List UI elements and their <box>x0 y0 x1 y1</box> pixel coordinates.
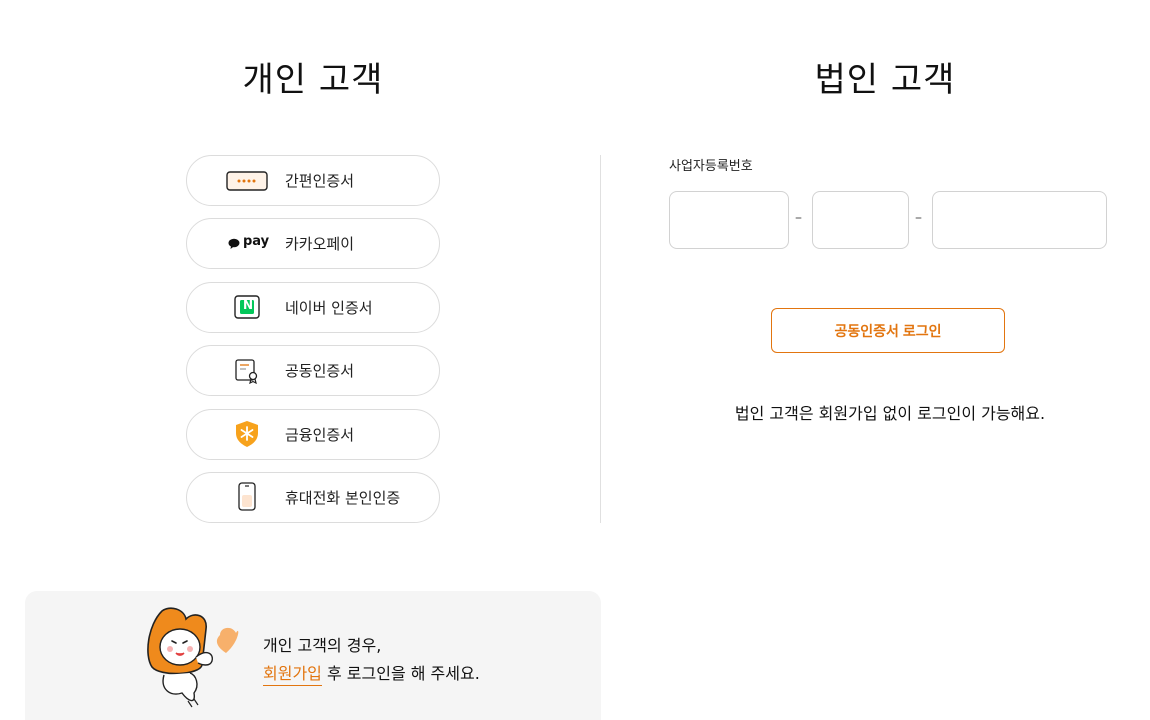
info-line-2-rest: 후 로그인을 해 주세요. <box>321 664 480 683</box>
mascot-character-icon <box>147 607 239 708</box>
corporate-note: 법인 고객은 회원가입 없이 로그인이 가능해요. <box>734 404 1046 423</box>
personal-join-info-text: 개인 고객의 경우, 회원가입 후 로그인을 해 주세요. <box>263 632 480 688</box>
auth-label: 휴대전화 본인인증 <box>285 488 401 507</box>
join-link[interactable]: 회원가입 <box>263 664 322 686</box>
naver-icon: N <box>225 294 269 320</box>
info-line-2: 회원가입 후 로그인을 해 주세요. <box>263 660 480 688</box>
auth-kakaopay-button[interactable]: pay 카카오페이 <box>186 218 440 270</box>
simple-cert-icon <box>225 168 269 194</box>
auth-financial-cert-button[interactable]: 금융인증서 <box>186 408 440 460</box>
biz-number-field-1[interactable] <box>669 191 789 249</box>
mobile-phone-icon <box>225 482 269 512</box>
biz-number-dash: – <box>795 210 802 226</box>
info-line-1: 개인 고객의 경우, <box>263 636 382 655</box>
column-divider <box>600 155 601 523</box>
biz-number-dash: – <box>915 210 922 226</box>
joint-cert-login-button[interactable]: 공동인증서 로그인 <box>771 308 1005 353</box>
biz-number-label: 사업자등록번호 <box>669 159 753 174</box>
biz-number-field-2[interactable] <box>812 191 909 249</box>
auth-joint-cert-button[interactable]: 공동인증서 <box>186 345 440 397</box>
login-page: 개인 고객 법인 고객 간편인증서 pay 카카오페이 N 네이버 인증서 공동… <box>0 0 1150 720</box>
auth-mobile-phone-button[interactable]: 휴대전화 본인인증 <box>186 471 440 523</box>
kakaopay-icon: pay <box>225 231 269 257</box>
personal-title: 개인 고객 <box>242 60 384 100</box>
auth-naver-button[interactable]: N 네이버 인증서 <box>186 281 440 333</box>
financial-cert-icon <box>225 421 269 448</box>
auth-label: 네이버 인증서 <box>285 298 373 317</box>
biz-number-field-3[interactable] <box>932 191 1107 249</box>
corporate-title: 법인 고객 <box>814 60 956 100</box>
auth-label: 간편인증서 <box>285 172 355 190</box>
auth-label: 공동인증서 <box>285 362 355 381</box>
auth-simple-cert-button[interactable]: 간편인증서 <box>186 155 440 206</box>
naver-icon-letter: N <box>243 298 254 313</box>
auth-label: 카카오페이 <box>285 235 355 254</box>
joint-cert-icon <box>225 358 269 384</box>
personal-auth-list: 간편인증서 pay 카카오페이 N 네이버 인증서 공동인증서 금융인증서 휴대… <box>186 155 440 535</box>
auth-label: 금융인증서 <box>285 425 355 444</box>
kakaopay-icon-text: pay <box>243 233 270 249</box>
